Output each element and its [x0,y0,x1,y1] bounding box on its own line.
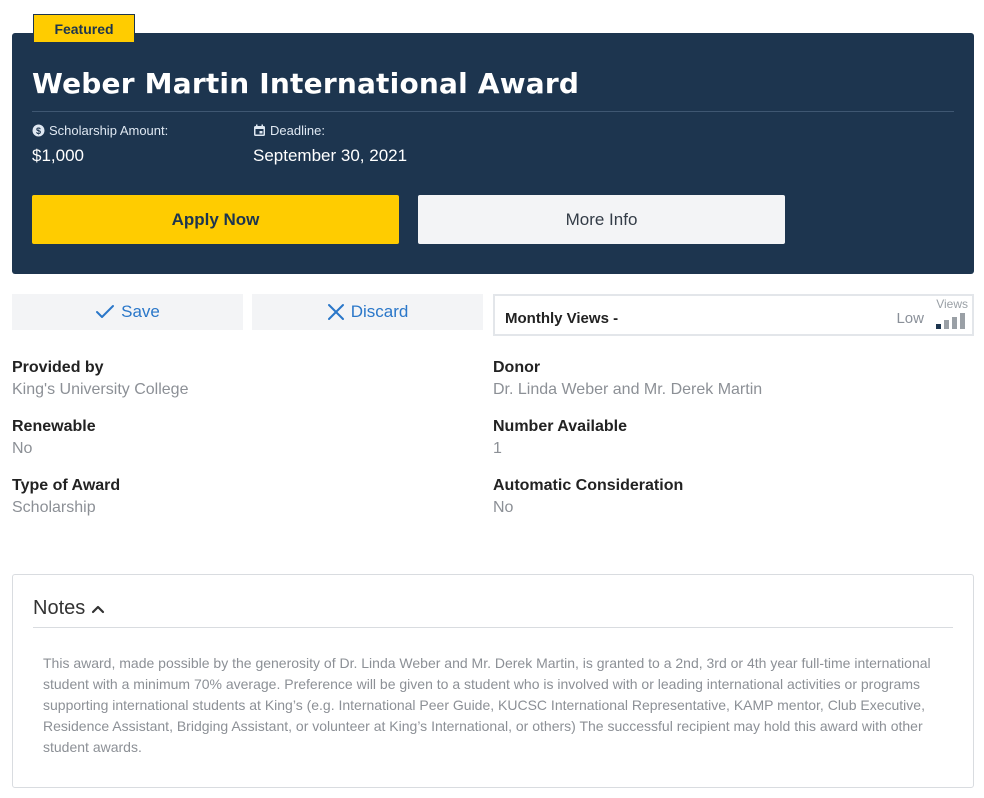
views-corner-label: Views [936,297,968,311]
signal-bar-4 [960,313,965,329]
chevron-up-icon [91,604,105,614]
deadline-label: Deadline: [270,123,325,138]
number-available-field: Number Available 1 [493,418,627,458]
svg-text:$: $ [36,126,41,136]
notes-body: This award, made possible by the generos… [43,655,931,755]
award-title: Weber Martin International Award [32,67,580,100]
save-button[interactable]: Save [12,294,243,330]
monthly-views-label: Monthly Views - [505,310,619,327]
scholarship-amount: $ Scholarship Amount: $1,000 [32,123,168,166]
donor-label: Donor [493,359,541,376]
type-of-award-value: Scholarship [12,499,96,516]
views-level-label: Low [896,310,924,327]
featured-badge: Featured [33,14,135,43]
number-available-value: 1 [493,440,502,457]
deadline: Deadline: September 30, 2021 [253,123,407,166]
automatic-consideration-value: No [493,499,514,516]
checkmark-icon [95,304,115,320]
scholarship-amount-value: $1,000 [32,146,84,165]
number-available-label: Number Available [493,418,627,435]
notes-panel: Notes This award, made possible by the g… [12,574,974,788]
save-label: Save [121,302,160,321]
signal-bar-2 [944,320,949,329]
type-of-award-field: Type of Award Scholarship [12,477,120,517]
x-icon [327,303,345,321]
notes-toggle[interactable]: Notes [33,597,105,620]
more-info-button[interactable]: More Info [418,195,785,244]
monthly-views-panel: Monthly Views - Views Low [493,294,974,336]
calendar-icon [253,124,266,137]
provided-by-label: Provided by [12,359,104,376]
notes-title: Notes [33,597,86,619]
hero-divider [32,111,954,112]
donor-field: Donor Dr. Linda Weber and Mr. Derek Mart… [493,359,762,399]
award-hero-card: Weber Martin International Award $ Schol… [12,33,974,274]
signal-bar-1 [936,324,941,329]
type-of-award-label: Type of Award [12,477,121,494]
discard-button[interactable]: Discard [252,294,483,330]
signal-bars-icon [936,313,965,329]
donor-value: Dr. Linda Weber and Mr. Derek Martin [493,381,763,398]
notes-divider [33,627,953,628]
dollar-circle-icon: $ [32,124,45,137]
provided-by-field: Provided by King's University College [12,359,188,399]
discard-label: Discard [350,302,409,321]
renewable-label: Renewable [12,418,96,435]
apply-now-button[interactable]: Apply Now [32,195,399,244]
deadline-value: September 30, 2021 [253,146,408,165]
automatic-consideration-field: Automatic Consideration No [493,477,683,517]
automatic-consideration-label: Automatic Consideration [493,477,684,494]
provided-by-value: King's University College [12,381,189,398]
renewable-field: Renewable No [12,418,96,458]
scholarship-amount-label: Scholarship Amount: [49,123,169,138]
signal-bar-3 [952,317,957,329]
renewable-value: No [12,440,33,457]
